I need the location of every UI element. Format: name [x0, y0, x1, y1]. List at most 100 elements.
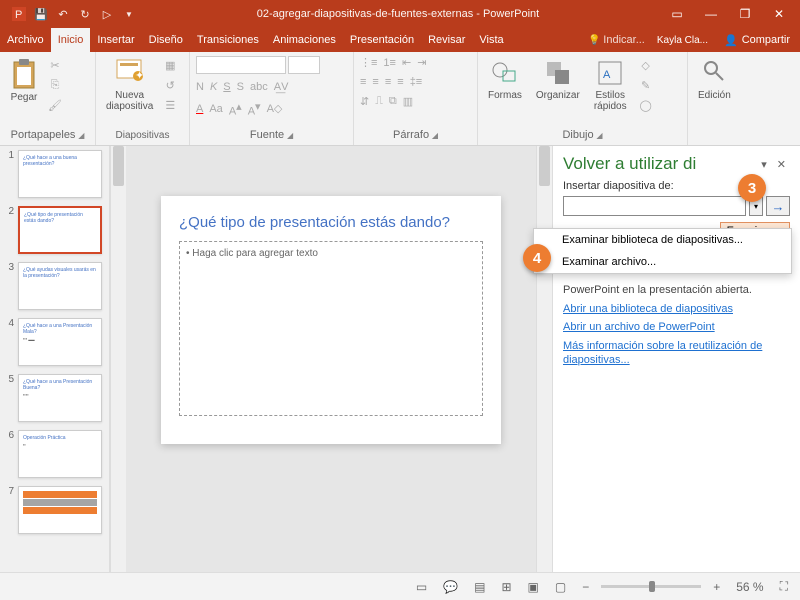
- slide-thumbnail[interactable]: ¿Qué hace a una Presentación Buena?▪▪▪▪: [18, 374, 102, 422]
- shrink-font-button[interactable]: A▾: [248, 100, 261, 118]
- tab-vista[interactable]: Vista: [472, 28, 510, 52]
- qat-dropdown-icon[interactable]: ▼: [122, 7, 136, 21]
- slide-canvas[interactable]: ¿Qué tipo de presentación estás dando? •…: [161, 196, 501, 444]
- numbering-button[interactable]: 1≡: [383, 57, 396, 69]
- clear-format-button[interactable]: A◇: [267, 102, 283, 115]
- arrange-button[interactable]: Organizar: [532, 56, 584, 103]
- minimize-button[interactable]: —: [694, 0, 728, 28]
- font-size-combo[interactable]: [288, 56, 320, 74]
- shapes-button[interactable]: Formas: [484, 56, 526, 103]
- paste-button[interactable]: Pegar: [6, 56, 42, 105]
- redo-icon[interactable]: ↻: [78, 7, 92, 21]
- sorter-view-button[interactable]: ⊞: [497, 578, 515, 596]
- tell-me-search[interactable]: 💡 Indicar...: [582, 34, 651, 46]
- bullets-button[interactable]: ⋮≡: [360, 56, 377, 69]
- slide-thumbnail[interactable]: [18, 486, 102, 534]
- bold-button[interactable]: N: [196, 81, 204, 93]
- shape-outline-button[interactable]: ✎: [637, 76, 655, 94]
- strikethrough-button[interactable]: abc: [250, 81, 268, 93]
- char-spacing-button[interactable]: A͟V: [274, 81, 289, 93]
- shadow-button[interactable]: S: [237, 81, 244, 93]
- zoom-slider[interactable]: [601, 585, 701, 588]
- editing-button[interactable]: Edición: [694, 56, 735, 103]
- font-name-combo[interactable]: [196, 56, 286, 74]
- tab-insertar[interactable]: Insertar: [90, 28, 141, 52]
- tab-archivo[interactable]: Archivo: [0, 28, 51, 52]
- thumb-row[interactable]: 4¿Qué hace a una Presentación Mala?▪▪▪ ▂…: [4, 318, 105, 366]
- grow-font-button[interactable]: A▴: [229, 100, 242, 118]
- editor-scrollbar[interactable]: [536, 146, 552, 572]
- slide-source-input[interactable]: [563, 196, 746, 216]
- browse-library-item[interactable]: Examinar biblioteca de diapositivas...: [534, 229, 791, 251]
- decrease-indent-button[interactable]: ⇤: [402, 56, 411, 69]
- open-file-link[interactable]: Abrir un archivo de PowerPoint: [563, 320, 790, 334]
- slide-title[interactable]: ¿Qué tipo de presentación estás dando?: [179, 214, 483, 231]
- save-icon[interactable]: 💾: [34, 7, 48, 21]
- taskpane-close-button[interactable]: ✕: [773, 156, 790, 173]
- user-name[interactable]: Kayla Cla...: [651, 35, 714, 46]
- dialog-launcher-icon[interactable]: ◢: [287, 131, 293, 140]
- restore-button[interactable]: ❐: [728, 0, 762, 28]
- open-library-link[interactable]: Abrir una biblioteca de diapositivas: [563, 302, 790, 316]
- reading-view-button[interactable]: ▣: [524, 578, 543, 596]
- thumbnails-scrollbar[interactable]: [110, 146, 126, 572]
- fit-to-window-button[interactable]: ⛶: [776, 577, 792, 596]
- slide-body-placeholder[interactable]: • Haga clic para agregar texto: [179, 241, 483, 416]
- thumb-row[interactable]: 2¿Qué tipo de presentación estás dando?: [4, 206, 105, 254]
- slide-thumbnail[interactable]: ¿Qué hace a una Presentación Mala?▪▪▪ ▂▂: [18, 318, 102, 366]
- format-painter-button[interactable]: 🖌: [46, 96, 64, 114]
- slide-thumbnail[interactable]: Operación Práctica▪▪: [18, 430, 102, 478]
- new-slide-button[interactable]: ✦ Nueva diapositiva: [102, 56, 157, 114]
- zoom-level[interactable]: 56 %: [732, 578, 767, 596]
- align-text-button[interactable]: ⎍: [375, 95, 383, 108]
- slide-thumbnail[interactable]: ¿Qué hace a una buena presentación?: [18, 150, 102, 198]
- cut-button[interactable]: ✂: [46, 56, 64, 74]
- zoom-out-button[interactable]: −: [578, 578, 593, 596]
- tab-animaciones[interactable]: Animaciones: [266, 28, 343, 52]
- ribbon-display-icon[interactable]: ▭: [660, 0, 694, 28]
- copy-button[interactable]: ⎘: [46, 76, 64, 94]
- share-button[interactable]: 👤Compartir: [714, 34, 800, 47]
- quick-styles-button[interactable]: A Estilos rápidos: [590, 56, 631, 114]
- thumb-row[interactable]: 7: [4, 486, 105, 534]
- shape-fill-button[interactable]: ◇: [637, 56, 655, 74]
- justify-button[interactable]: ≡: [397, 76, 403, 88]
- tab-revisar[interactable]: Revisar: [421, 28, 472, 52]
- change-case-button[interactable]: Aa: [209, 103, 222, 115]
- tab-inicio[interactable]: Inicio: [51, 28, 91, 52]
- tab-transiciones[interactable]: Transiciones: [190, 28, 266, 52]
- tab-presentacion[interactable]: Presentación: [343, 28, 421, 52]
- thumb-row[interactable]: 3¿Qué ayudas visuales usarás en la prese…: [4, 262, 105, 310]
- smartart-button[interactable]: ⧉: [389, 95, 397, 108]
- align-left-button[interactable]: ≡: [360, 76, 366, 88]
- dialog-launcher-icon[interactable]: ◢: [432, 131, 438, 140]
- browse-file-item[interactable]: Examinar archivo...: [534, 251, 791, 273]
- align-center-button[interactable]: ≡: [372, 76, 378, 88]
- start-slideshow-icon[interactable]: ▷: [100, 7, 114, 21]
- italic-button[interactable]: K: [210, 81, 217, 93]
- thumb-row[interactable]: 6Operación Práctica▪▪: [4, 430, 105, 478]
- slideshow-view-button[interactable]: ▢: [551, 578, 570, 596]
- more-info-link[interactable]: Más información sobre la reutilización d…: [563, 339, 790, 368]
- layout-button[interactable]: ▦: [161, 56, 179, 74]
- slide-thumbnail[interactable]: ¿Qué tipo de presentación estás dando?: [18, 206, 102, 254]
- slide-thumbnail[interactable]: ¿Qué ayudas visuales usarás en la presen…: [18, 262, 102, 310]
- shape-effects-button[interactable]: ◯: [637, 96, 655, 114]
- notes-button[interactable]: ▭: [412, 578, 431, 596]
- dialog-launcher-icon[interactable]: ◢: [78, 131, 84, 140]
- underline-button[interactable]: S: [223, 81, 230, 93]
- columns-button[interactable]: ▥: [403, 95, 413, 108]
- dialog-launcher-icon[interactable]: ◢: [596, 131, 602, 140]
- font-color-button[interactable]: A: [196, 103, 203, 115]
- text-direction-button[interactable]: ⇵: [360, 95, 369, 108]
- taskpane-menu-icon[interactable]: ▾: [755, 158, 773, 171]
- zoom-in-button[interactable]: +: [709, 578, 724, 596]
- increase-indent-button[interactable]: ⇥: [417, 56, 426, 69]
- thumb-row[interactable]: 5¿Qué hace a una Presentación Buena?▪▪▪▪: [4, 374, 105, 422]
- normal-view-button[interactable]: ▤: [470, 578, 489, 596]
- thumb-row[interactable]: 1¿Qué hace a una buena presentación?: [4, 150, 105, 198]
- go-button[interactable]: →: [766, 196, 790, 216]
- close-button[interactable]: ✕: [762, 0, 796, 28]
- tab-diseno[interactable]: Diseño: [142, 28, 190, 52]
- line-spacing-button[interactable]: ‡≡: [410, 76, 423, 88]
